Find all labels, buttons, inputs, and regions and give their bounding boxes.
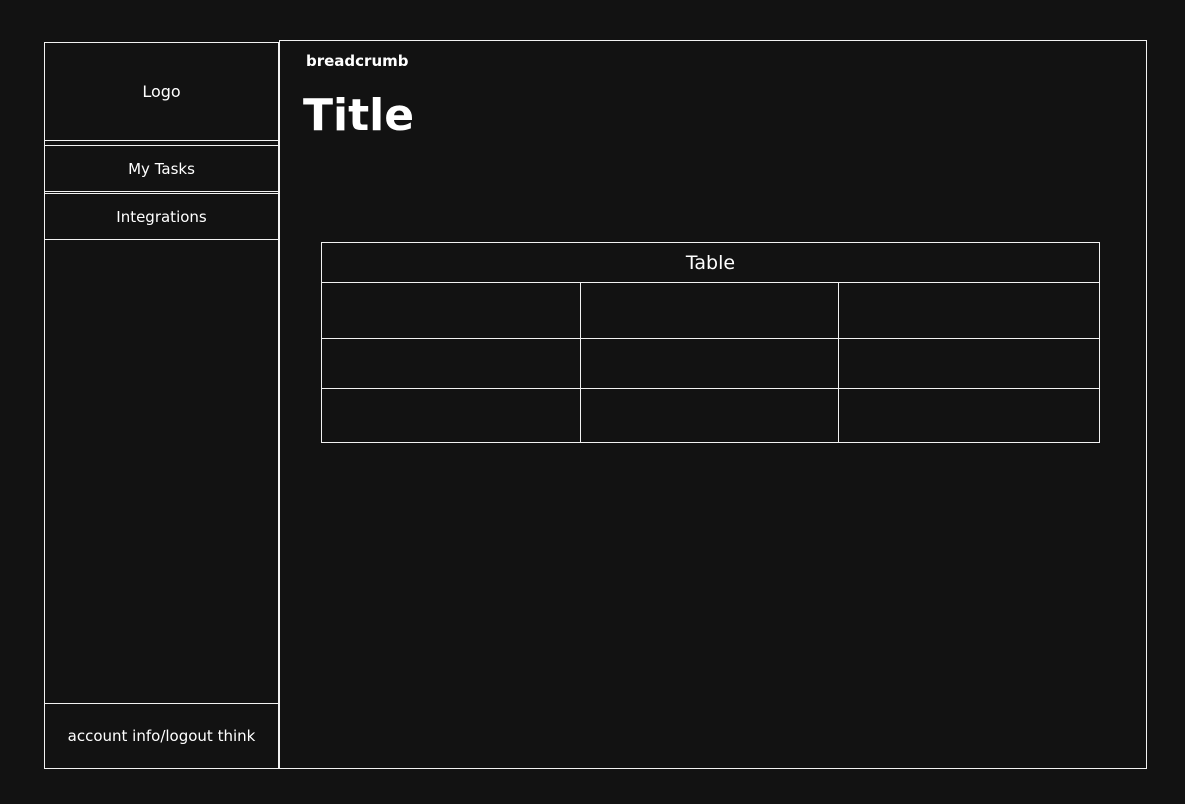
table-cell [839,339,1099,388]
table-cell [322,339,581,388]
table-cell [581,283,839,338]
account-logout[interactable]: account info/logout think [44,703,279,769]
table-cell [322,283,581,338]
sidebar-item-label: My Tasks [128,159,195,178]
logo-label: Logo [142,82,181,101]
breadcrumb[interactable]: breadcrumb [306,52,409,70]
table-cell [839,283,1099,338]
account-label: account info/logout think [67,727,256,745]
table-row[interactable] [322,389,1099,442]
table-row[interactable] [322,283,1099,339]
table-cell [322,389,581,442]
table-label: Table [685,251,736,274]
table-cell [581,389,839,442]
table-cell [581,339,839,388]
table-cell [839,389,1099,442]
page-title: Title [303,90,415,141]
sidebar-item-label: Integrations [116,207,207,226]
logo[interactable]: Logo [44,42,279,141]
table-row[interactable] [322,339,1099,389]
data-table: Table [321,242,1100,443]
sidebar-item-integrations[interactable]: Integrations [44,193,279,240]
sidebar-item-my-tasks[interactable]: My Tasks [44,145,279,192]
table-header: Table [322,243,1099,283]
